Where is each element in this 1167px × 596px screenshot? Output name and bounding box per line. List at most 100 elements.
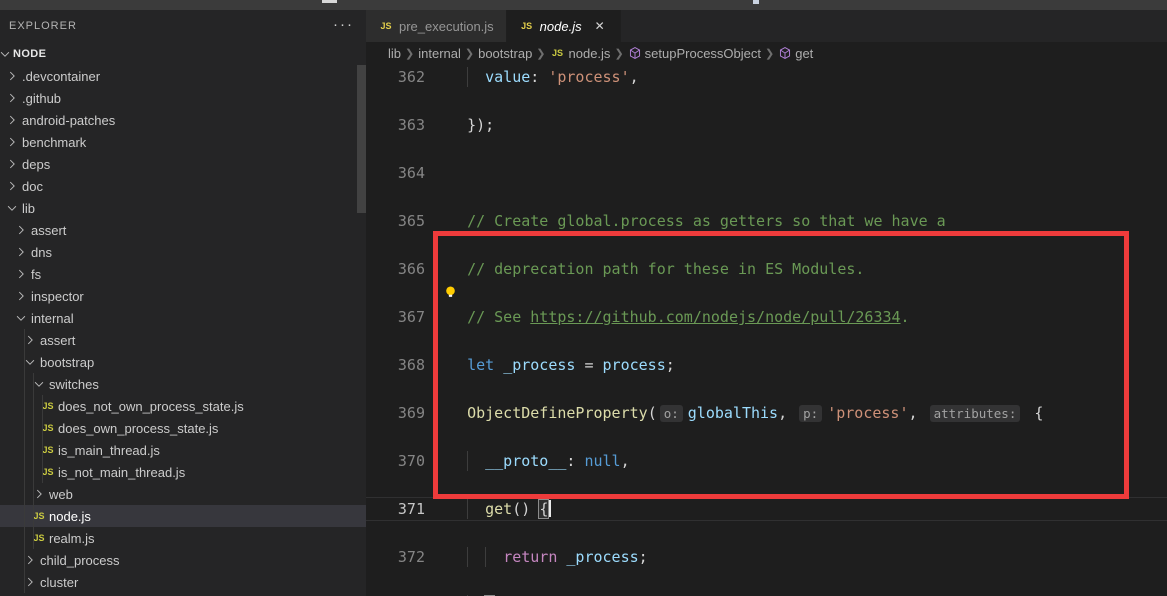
- chevron-right-icon: ❯: [765, 47, 774, 60]
- close-icon[interactable]: ✕: [592, 19, 608, 33]
- breadcrumb-item-get[interactable]: get: [778, 46, 813, 61]
- tree-item-label: .github: [22, 91, 61, 106]
- tree-item-assert[interactable]: assert: [0, 329, 366, 351]
- tab-bar: JS pre_execution.js JS node.js ✕: [366, 10, 1167, 42]
- tab-label: pre_execution.js: [399, 19, 494, 34]
- tree-item-dns[interactable]: dns: [0, 241, 366, 263]
- tree-item-web[interactable]: web: [0, 483, 366, 505]
- tree-item-realm-js[interactable]: JSrealm.js: [0, 527, 366, 549]
- tree-item-does-not-own-process-state-js[interactable]: JSdoes_not_own_process_state.js: [0, 395, 366, 417]
- line-number[interactable]: 368: [366, 353, 425, 377]
- code-line-content[interactable]: let _process = process;: [449, 353, 675, 377]
- sidebar-scrollbar[interactable]: [357, 65, 366, 213]
- code-line-content[interactable]: // Create global.process as getters so t…: [449, 209, 946, 233]
- tab-label: node.js: [540, 19, 582, 34]
- line-number[interactable]: 370: [366, 449, 425, 473]
- indent-guide: [467, 499, 468, 519]
- tree-item-label: is_main_thread.js: [58, 443, 160, 458]
- tree-item-android-patches[interactable]: android-patches: [0, 109, 366, 131]
- tree-item-assert[interactable]: assert: [0, 219, 366, 241]
- chevron-down-icon: [4, 200, 20, 216]
- code-editor[interactable]: 362 value: 'process', 363 }); 364 365 // Cr…: [366, 64, 1167, 596]
- tree-item-fs[interactable]: fs: [0, 263, 366, 285]
- code-line-content[interactable]: return _process;: [449, 545, 648, 569]
- line-number[interactable]: 369: [366, 401, 425, 425]
- line-number[interactable]: 362: [366, 65, 425, 89]
- breadcrumb-item-internal[interactable]: internal: [418, 46, 461, 61]
- line-number[interactable]: 371: [366, 497, 425, 521]
- tree-item-is-not-main-thread-js[interactable]: JSis_not_main_thread.js: [0, 461, 366, 483]
- tree-item-internal[interactable]: internal: [0, 307, 366, 329]
- titlebar-artifact: [322, 0, 337, 3]
- tree-item-deps[interactable]: deps: [0, 153, 366, 175]
- tab-pre-execution-js[interactable]: JS pre_execution.js: [366, 10, 507, 42]
- tree-item-label: assert: [40, 333, 75, 348]
- tree-item-label: lib: [22, 201, 35, 216]
- section-header-node[interactable]: NODE: [0, 43, 366, 65]
- code-line-content[interactable]: // See https://github.com/nodejs/node/pu…: [449, 305, 910, 329]
- breadcrumb-item-lib[interactable]: lib: [388, 46, 401, 61]
- line-number[interactable]: 366: [366, 257, 425, 281]
- chevron-right-icon: [13, 266, 29, 282]
- code-line-content[interactable]: get() {: [449, 497, 551, 521]
- line-number[interactable]: 364: [366, 161, 425, 185]
- chevron-right-icon: ❯: [465, 47, 474, 60]
- inlay-hint: p:: [799, 405, 822, 422]
- inlay-hint: attributes:: [930, 405, 1021, 422]
- code-line-364: 364: [366, 161, 1167, 185]
- indent-guide: [467, 67, 468, 87]
- tree-item-switches[interactable]: switches: [0, 373, 366, 395]
- tree-item-lib[interactable]: lib: [0, 197, 366, 219]
- chevron-right-icon: [4, 134, 20, 150]
- tree-item-is-main-thread-js[interactable]: JSis_main_thread.js: [0, 439, 366, 461]
- tree-item-inspector[interactable]: inspector: [0, 285, 366, 307]
- tree-item-label: does_not_own_process_state.js: [58, 399, 244, 414]
- line-number[interactable]: 367: [366, 305, 425, 329]
- code-line-content[interactable]: // deprecation path for these in ES Modu…: [449, 257, 864, 281]
- tree-item-node-js[interactable]: JSnode.js: [0, 505, 366, 527]
- code-line-content[interactable]: });: [449, 113, 494, 137]
- tree-item-child-process[interactable]: child_process: [0, 549, 366, 571]
- tree-item-label: does_own_process_state.js: [58, 421, 218, 436]
- code-line-368: 368 let _process = process;: [366, 353, 1167, 377]
- tree-item-label: fs: [31, 267, 41, 282]
- ellipsis-icon[interactable]: ···: [333, 16, 354, 34]
- code-line-content[interactable]: __proto__: null,: [449, 449, 630, 473]
- indent-guide: [24, 329, 25, 593]
- titlebar-artifact: [753, 0, 759, 4]
- indent-guide: [485, 547, 486, 567]
- text-cursor: [549, 500, 551, 517]
- tree-item-benchmark[interactable]: benchmark: [0, 131, 366, 153]
- breadcrumb-item-bootstrap[interactable]: bootstrap: [478, 46, 532, 61]
- line-number[interactable]: 363: [366, 113, 425, 137]
- tree-item--devcontainer[interactable]: .devcontainer: [0, 65, 366, 87]
- tree-item-label: internal: [31, 311, 74, 326]
- chevron-right-icon: [4, 178, 20, 194]
- tree-item-label: web: [49, 487, 73, 502]
- tree-item-cluster[interactable]: cluster: [0, 571, 366, 593]
- symbol-method-icon: [628, 46, 642, 60]
- tree-item-label: doc: [22, 179, 43, 194]
- tree-item-bootstrap[interactable]: bootstrap: [0, 351, 366, 373]
- line-number[interactable]: 365: [366, 209, 425, 233]
- code-line-content[interactable]: value: 'process',: [449, 65, 639, 89]
- lightbulb-icon[interactable]: [443, 285, 458, 305]
- js-icon: JS: [519, 21, 535, 31]
- code-line-370: 370 __proto__: null,: [366, 449, 1167, 473]
- chevron-right-icon: [13, 288, 29, 304]
- vscode-window: EXPLORER ··· NODE .devcontainer.githuban…: [0, 0, 1167, 596]
- breadcrumb-label: internal: [418, 46, 461, 61]
- js-icon: JS: [378, 21, 394, 31]
- file-tree: .devcontainer .github android-patchesbench…: [0, 65, 366, 593]
- code-line-content[interactable]: ObjectDefineProperty(o:globalThis, p:'pr…: [449, 401, 1043, 425]
- tree-item-does-own-process-state-js[interactable]: JSdoes_own_process_state.js: [0, 417, 366, 439]
- chevron-right-icon: [4, 68, 20, 84]
- breadcrumb-label: bootstrap: [478, 46, 532, 61]
- line-number[interactable]: 372: [366, 545, 425, 569]
- tab-node-js[interactable]: JS node.js ✕: [507, 10, 621, 42]
- tree-item-label: is_not_main_thread.js: [58, 465, 185, 480]
- breadcrumb-item-setupprocessobject[interactable]: setupProcessObject: [628, 46, 761, 61]
- breadcrumb-item-node-js[interactable]: JSnode.js: [550, 46, 611, 61]
- tree-item-doc[interactable]: doc: [0, 175, 366, 197]
- tree-item--github[interactable]: .github: [0, 87, 366, 109]
